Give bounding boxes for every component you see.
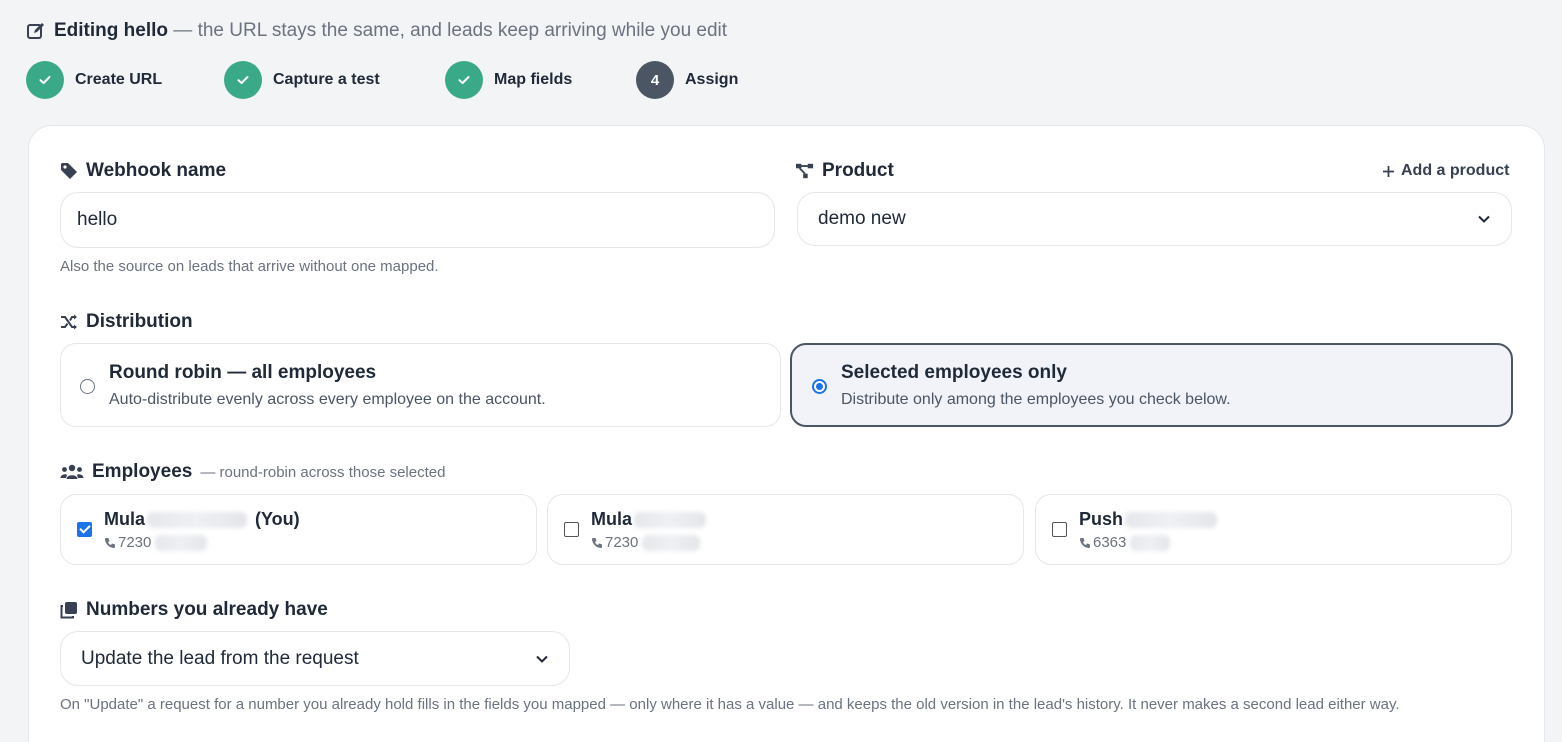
webhook-name-label: Webhook name [86,160,227,181]
employee-phone: 6363 [1079,534,1171,551]
step-label: Assign [685,71,739,88]
you-tag: (You) [255,509,300,529]
employees-label-row: Employees — round-robin across those sel… [60,461,445,483]
redacted-phone [155,534,208,551]
users-icon [60,464,84,479]
round-robin-radio[interactable] [80,379,95,394]
webhook-name-input[interactable]: hello [60,192,775,248]
employee-card[interactable]: Push 6363 [1035,494,1512,565]
round-robin-description: Auto-distribute evenly across every empl… [109,391,546,408]
distribution-label: Distribution [86,311,193,332]
phone-icon [105,537,115,548]
step-assign[interactable]: 4 Assign [636,61,738,99]
employee-name-text: Mula [591,509,633,529]
webhook-name-label-row: Webhook name [60,160,226,182]
employee-name: Mula [591,509,707,530]
sitemap-icon [796,163,814,179]
check-icon [224,61,262,99]
existing-numbers-hint: On "Update" a request for a number you a… [60,696,1400,713]
employee-checkbox[interactable] [564,522,579,537]
add-product-link[interactable]: Add a product [1382,162,1509,180]
employee-card[interactable]: Mula 7230 [547,494,1024,565]
selected-employees-radio[interactable] [812,379,827,394]
editing-prefix: Editing [54,20,119,41]
employee-phone: 7230 [104,534,208,551]
step-capture-test[interactable]: Capture a test [224,61,380,99]
employee-checkbox[interactable] [1052,522,1067,537]
product-select[interactable]: demo new [797,192,1512,246]
step-number: 4 [636,61,674,99]
shuffle-icon [61,314,77,330]
employee-phone-text: 7230 [118,534,152,551]
product-label-row: Product [796,160,894,182]
step-create-url[interactable]: Create URL [26,61,162,99]
distribution-label-row: Distribution [60,311,193,333]
add-product-label: Add a product [1401,162,1510,179]
redacted-name [1125,511,1218,528]
employee-name-text: Mula [104,509,146,529]
existing-numbers-label-row: Numbers you already have [60,599,328,621]
employee-phone: 7230 [591,534,701,551]
redacted-name [147,511,248,528]
employee-card[interactable]: Mula (You) 7230 [60,494,537,565]
copy-icon [60,602,77,619]
phone-icon [1080,537,1090,548]
employee-phone-text: 7230 [605,534,639,551]
round-robin-title: Round robin — all employees [109,362,377,383]
employee-name: Mula (You) [104,509,300,530]
employee-name: Push [1079,509,1218,530]
chevron-down-icon [536,655,548,663]
webhook-title: hello [123,20,169,41]
redacted-name [634,511,707,528]
employee-phone-text: 6363 [1093,534,1127,551]
check-icon [445,61,483,99]
employee-name-text: Push [1079,509,1124,529]
editing-subtitle: — the URL stays the same, and leads keep… [173,20,728,41]
tag-icon [61,163,77,179]
employee-checkbox[interactable] [77,522,92,537]
phone-icon [592,537,602,548]
editing-header: Editing hello — the URL stays the same, … [26,20,727,42]
redacted-phone [1130,534,1171,551]
selected-employees-title: Selected employees only [841,362,1067,383]
selected-employees-description: Distribute only among the employees you … [841,391,1231,408]
check-icon [26,61,64,99]
selected-employees-option[interactable]: Selected employees only Distribute only … [790,343,1513,427]
product-label: Product [822,160,894,181]
existing-numbers-selected: Update the lead from the request [81,647,359,669]
product-selected: demo new [818,208,906,229]
webhook-name-hint: Also the source on leads that arrive wit… [60,258,439,275]
step-label: Capture a test [273,71,380,88]
employees-sublabel: — round-robin across those selected [200,463,446,481]
redacted-phone [642,534,701,551]
employees-label: Employees [92,461,193,482]
edit-icon [27,23,44,39]
chevron-down-icon [1478,215,1490,223]
existing-numbers-select[interactable]: Update the lead from the request [60,631,570,686]
plus-icon [1383,165,1394,177]
existing-numbers-label: Numbers you already have [86,599,328,620]
step-map-fields[interactable]: Map fields [445,61,572,99]
step-label: Create URL [75,71,163,88]
round-robin-option[interactable]: Round robin — all employees Auto-distrib… [60,343,781,427]
step-label: Map fields [494,71,573,88]
